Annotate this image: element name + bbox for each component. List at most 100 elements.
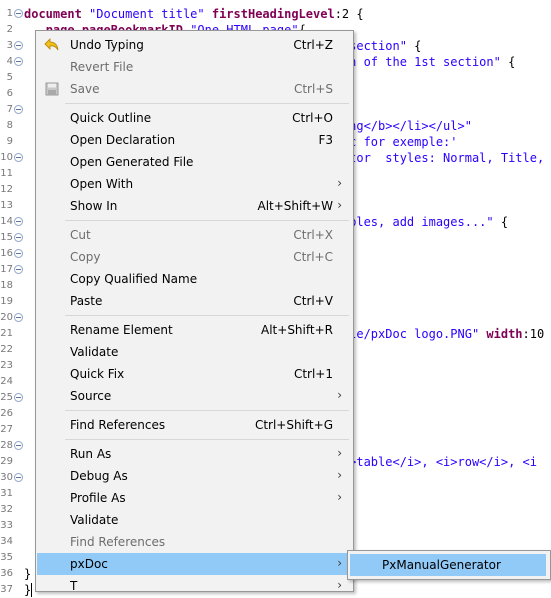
line-number: 6 [6,88,13,99]
line-number: 33 [0,520,13,531]
menu-item-label: Rename Element [70,323,173,337]
menu-item-t[interactable]: T › [37,575,352,597]
menu-item-debug-as[interactable]: Debug As › [37,465,352,487]
fold-collapse-icon[interactable] [14,441,23,450]
line-number: 8 [6,120,13,131]
line-number: 27 [0,424,13,435]
line-number: 26 [0,408,13,419]
menu-separator [65,220,349,221]
fold-collapse-icon[interactable] [14,153,23,162]
line-number: 25 [0,392,13,403]
menu-item-pxdoc[interactable]: pxDoc › [37,553,352,575]
menu-item-label: T [70,579,78,593]
chevron-right-icon: › [337,578,342,592]
menu-item-save[interactable]: Save Ctrl+S [37,78,352,100]
menu-item-label: Open Declaration [70,133,176,147]
line-number: 15 [0,232,13,243]
menu-item-open-generated-file[interactable]: Open Generated File [37,151,352,173]
code-token: { [493,215,509,229]
code-token: } [24,567,32,581]
menu-item-label: Find References [70,535,166,549]
line-number: 1 [6,8,13,19]
line-number: 24 [0,376,13,387]
menu-item-label: Undo Typing [70,38,144,52]
menu-item-label: Copy [70,250,101,264]
undo-arrow-icon [44,37,60,53]
menu-item-quick-fix[interactable]: Quick Fix Ctrl+1 [37,363,352,385]
menu-item-paste[interactable]: Paste Ctrl+V [37,290,352,312]
menu-item-label: Run As [70,447,112,461]
menu-item-find-references[interactable]: Find References Ctrl+Shift+G [37,414,352,436]
line-number: 28 [0,440,13,451]
fold-collapse-icon[interactable] [14,9,23,18]
code-token: "Document title" [89,7,212,21]
line-number: 17 [0,264,13,275]
line-number: 37 [0,584,13,595]
fold-collapse-icon[interactable] [14,249,23,258]
menu-item-run-as[interactable]: Run As › [37,443,352,465]
chevron-right-icon: › [337,556,342,570]
code-token: <i>table</i>, <i>row</i>, <i [334,455,537,469]
menu-item-copy-qualified-name[interactable]: Copy Qualified Name [37,268,352,290]
menu-separator [65,103,349,104]
menu-item-find-references[interactable]: Find References [37,531,352,553]
menu-item-shortcut: Alt+Shift+W [257,199,334,213]
menu-item-label: Validate [70,345,119,359]
fold-collapse-icon[interactable] [14,265,23,274]
text-caret [31,583,32,597]
line-number: 2 [6,24,13,35]
menu-item-label: Save [70,82,100,96]
fold-collapse-icon[interactable] [14,41,23,50]
line-number: 20 [0,312,13,323]
chevron-right-icon: › [337,446,342,460]
menu-item-undo-typing[interactable]: Undo Typing Ctrl+Z [37,34,352,56]
code-token: { [406,39,422,53]
menu-item-label: Revert File [70,60,134,74]
fold-collapse-icon[interactable] [14,313,23,322]
menu-item-label: PxManualGenerator [382,558,501,572]
chevron-right-icon: › [337,490,342,504]
chevron-right-icon: › [337,468,342,482]
fold-collapse-icon[interactable] [14,105,23,114]
menu-item-label: Cut [70,228,91,242]
fold-collapse-icon[interactable] [14,393,23,402]
fold-collapse-icon[interactable] [14,57,23,66]
menu-item-rename-element[interactable]: Rename Element Alt+Shift+R [37,319,352,341]
menu-item-pxmanualgenerator[interactable]: PxManualGenerator [350,554,546,576]
menu-item-source[interactable]: Source › [37,385,352,407]
fold-collapse-icon[interactable] [14,473,23,482]
code-text: } [24,567,31,581]
line-number: 5 [6,72,13,83]
line-number: 9 [6,136,13,147]
code-token: firstHeadingLevel [211,7,335,21]
menu-item-shortcut: Ctrl+S [293,82,333,96]
menu-item-cut[interactable]: Cut Ctrl+X [37,224,352,246]
menu-item-open-declaration[interactable]: Open Declaration F3 [37,129,352,151]
menu-item-open-with[interactable]: Open With › [37,173,352,195]
menu-item-quick-outline[interactable]: Quick Outline Ctrl+O [37,107,352,129]
menu-item-validate[interactable]: Validate [37,509,352,531]
menu-item-profile-as[interactable]: Profile As › [37,487,352,509]
code-token: ion of the 1st section" [334,55,501,69]
code-token: itle/pxDoc logo.PNG" [334,327,487,341]
fold-collapse-icon[interactable] [14,217,23,226]
line-number: 19 [0,296,13,307]
menu-item-copy[interactable]: Copy Ctrl+C [37,246,352,268]
menu-item-validate[interactable]: Validate [37,341,352,363]
menu-item-label: Debug As [70,469,128,483]
context-menu: Undo Typing Ctrl+Z Revert File Save Ctrl+S Qu… [35,30,354,593]
menu-item-label: Paste [70,294,103,308]
line-number: 18 [0,280,13,291]
fold-collapse-icon[interactable] [14,233,23,242]
chevron-right-icon: › [337,388,342,402]
code-token: ting</b></li></ul>" [334,119,472,133]
menu-item-shortcut: Ctrl+1 [293,367,333,381]
line-number: 34 [0,536,13,547]
menu-item-revert-file[interactable]: Revert File [37,56,352,78]
menu-item-show-in[interactable]: Show In Alt+Shift+W › [37,195,352,217]
line-number: 32 [0,504,13,515]
menu-separator [65,439,349,440]
editor-line[interactable]: 1 document "Document title" firstHeadingL… [0,6,551,22]
line-number: 10 [0,152,13,163]
line-number: 4 [6,56,13,67]
